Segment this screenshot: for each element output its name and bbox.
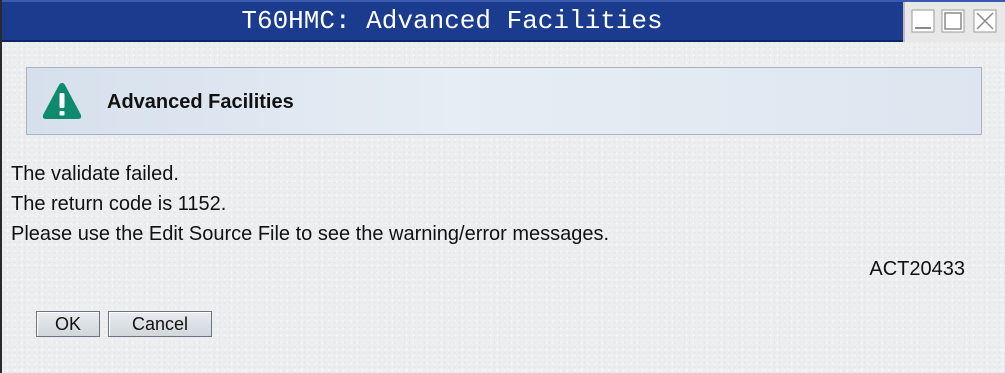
window-controls bbox=[903, 2, 1005, 42]
message-line: The return code is 1152. bbox=[11, 193, 227, 215]
message-line: Please use the Edit Source File to see t… bbox=[11, 223, 610, 245]
minimize-icon[interactable] bbox=[911, 9, 935, 33]
ok-button[interactable]: OK bbox=[36, 311, 100, 337]
window-title: T60HMC: Advanced Facilities bbox=[241, 6, 663, 36]
warning-icon bbox=[41, 81, 83, 121]
title-bar[interactable]: T60HMC: Advanced Facilities bbox=[2, 0, 1005, 42]
dialog-header: Advanced Facilities bbox=[26, 67, 982, 135]
close-icon[interactable] bbox=[973, 9, 997, 33]
cancel-button[interactable]: Cancel bbox=[108, 311, 212, 337]
dialog-heading: Advanced Facilities bbox=[107, 91, 294, 113]
message-code: ACT20433 bbox=[869, 258, 965, 280]
dialog-window: T60HMC: Advanced Facilities Advanced Fac… bbox=[0, 0, 1005, 373]
message-line: The validate failed. bbox=[11, 163, 179, 185]
maximize-icon[interactable] bbox=[941, 9, 965, 33]
